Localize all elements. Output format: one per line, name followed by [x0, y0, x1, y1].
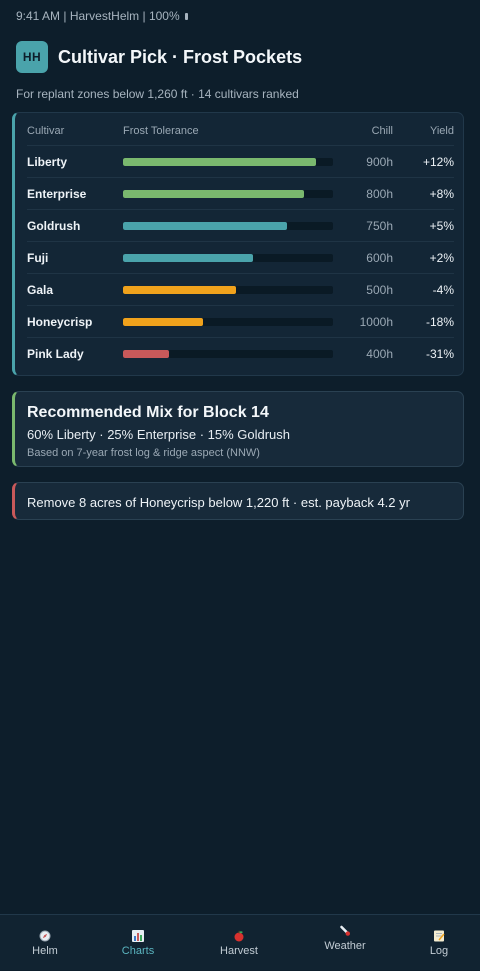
- cultivar-name: Goldrush: [27, 219, 81, 233]
- frost-tolerance-fill: [123, 350, 170, 358]
- yield-change: +12%: [422, 155, 454, 169]
- tab-harvest[interactable]: Harvest: [214, 915, 264, 971]
- tab-label-log: Log: [429, 944, 449, 957]
- bottom-tab-bar: Helm Charts Harvest Weather Log: [0, 914, 480, 970]
- column-header-yield: Yield: [429, 125, 454, 137]
- frost-tolerance-bar: [123, 190, 333, 198]
- yield-change: -18%: [425, 315, 454, 329]
- compass-icon: [39, 930, 51, 941]
- tab-label-weather: Weather: [324, 940, 366, 952]
- tab-label-helm: Helm: [32, 944, 58, 957]
- yield-change: +2%: [429, 251, 454, 265]
- yield-change: +8%: [429, 187, 454, 201]
- cultivar-name: Pink Lady: [27, 347, 84, 361]
- column-header-chill: Chill: [371, 125, 393, 137]
- table-row[interactable]: Pink Lady 400h -31%: [27, 337, 454, 369]
- bar-chart-icon: [132, 929, 144, 942]
- chill-hours: 1000h: [359, 315, 393, 329]
- table-row[interactable]: Honeycrisp 1000h -18%: [27, 305, 454, 337]
- recommendation-title: Recommended Mix for Block 14: [27, 404, 269, 421]
- yield-change: +5%: [429, 219, 454, 233]
- tab-helm[interactable]: Helm: [24, 915, 66, 971]
- apple-icon: [234, 930, 244, 941]
- table-row[interactable]: Liberty 900h +12%: [27, 145, 454, 177]
- frost-tolerance-bar: [123, 158, 333, 166]
- frost-tolerance-fill: [123, 190, 304, 198]
- tab-log[interactable]: Log: [422, 915, 456, 971]
- frost-tolerance-fill: [123, 318, 203, 326]
- table-row[interactable]: Fuji 600h +2%: [27, 241, 454, 273]
- table-row[interactable]: Gala 500h -4%: [27, 273, 454, 305]
- recommendation-mix: 60% Liberty · 25% Enterprise · 15% Goldr…: [27, 427, 291, 442]
- frost-tolerance-bar: [123, 222, 333, 230]
- yield-change: -4%: [432, 283, 454, 297]
- cultivar-name: Fuji: [27, 251, 49, 265]
- chill-hours: 750h: [366, 219, 393, 233]
- status-bar: 9:41 AM | HarvestHelm | 100%: [16, 9, 188, 23]
- page-subtitle: For replant zones below 1,260 ft · 14 cu…: [16, 87, 299, 101]
- battery-icon: [184, 12, 188, 20]
- column-header-frost-tolerance: Frost Tolerance: [123, 125, 199, 137]
- yield-change: -31%: [425, 347, 454, 361]
- table-row[interactable]: Goldrush 750h +5%: [27, 209, 454, 241]
- thermometer-icon: [340, 925, 350, 936]
- tab-label-charts: Charts: [121, 944, 155, 957]
- app-logo: HH: [16, 41, 48, 73]
- frost-tolerance-fill: [123, 158, 317, 166]
- frost-tolerance-bar: [123, 254, 333, 262]
- frost-tolerance-bar: [123, 350, 333, 358]
- frost-tolerance-fill: [123, 286, 237, 294]
- cultivar-name: Honeycrisp: [27, 315, 93, 329]
- cultivar-table: Cultivar Frost Tolerance Chill Yield Lib…: [12, 112, 464, 376]
- chill-hours: 500h: [366, 283, 393, 297]
- cultivar-name: Liberty: [27, 155, 68, 169]
- chill-hours: 800h: [366, 187, 393, 201]
- recommendation-note: Based on 7-year frost log & ridge aspect…: [27, 447, 260, 459]
- chill-hours: 900h: [366, 155, 393, 169]
- chill-hours: 400h: [366, 347, 393, 361]
- frost-tolerance-fill: [123, 222, 287, 230]
- app-header: HH Cultivar Pick · Frost Pockets: [16, 41, 302, 73]
- column-header-cultivar: Cultivar: [27, 125, 65, 137]
- page-title: Cultivar Pick · Frost Pockets: [58, 46, 303, 67]
- status-text: 9:41 AM | HarvestHelm | 100%: [16, 9, 180, 23]
- tab-charts[interactable]: Charts: [115, 915, 161, 971]
- action-alert-card[interactable]: Remove 8 acres of Honeycrisp below 1,220…: [12, 482, 464, 520]
- frost-tolerance-bar: [123, 318, 333, 326]
- frost-tolerance-bar: [123, 286, 333, 294]
- chill-hours: 600h: [366, 251, 393, 265]
- alert-text: Remove 8 acres of Honeycrisp below 1,220…: [27, 495, 410, 510]
- table-row[interactable]: Enterprise 800h +8%: [27, 177, 454, 209]
- memo-icon: [434, 930, 445, 941]
- cultivar-name: Gala: [27, 283, 54, 297]
- tab-weather[interactable]: Weather: [318, 915, 372, 971]
- tab-label-harvest: Harvest: [220, 944, 258, 957]
- cultivar-name: Enterprise: [27, 187, 87, 201]
- recommendation-card[interactable]: Recommended Mix for Block 14 60% Liberty…: [12, 391, 464, 467]
- frost-tolerance-fill: [123, 254, 254, 262]
